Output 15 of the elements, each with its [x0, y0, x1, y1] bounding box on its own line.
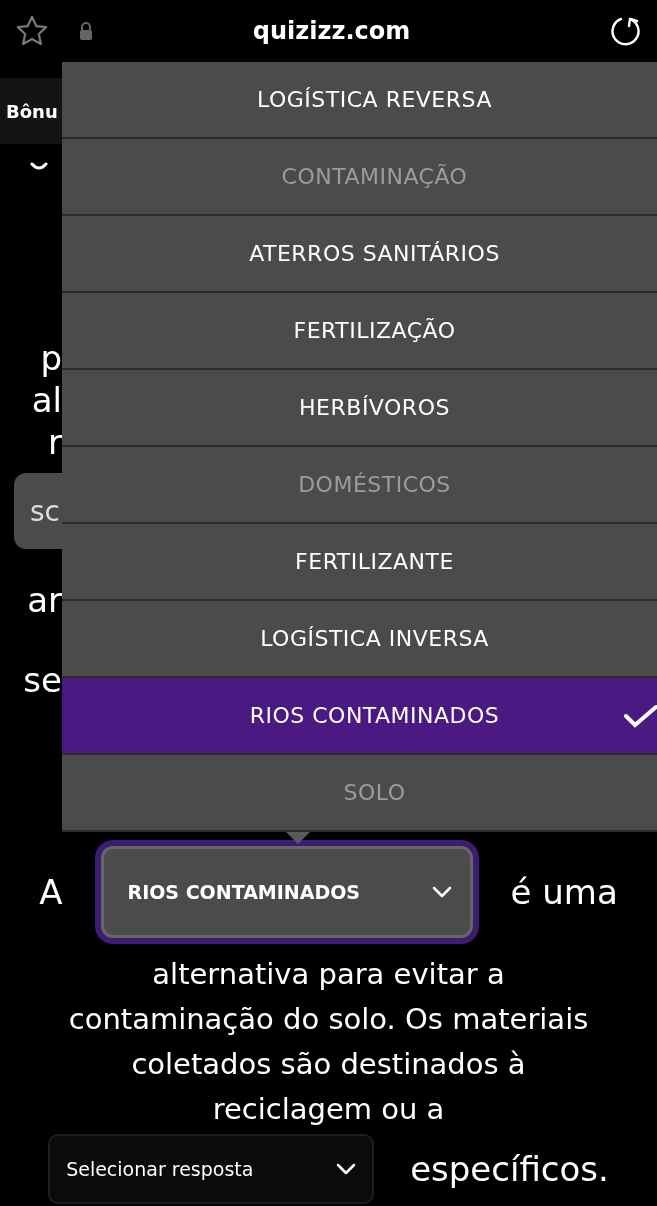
sentence-text: coletados são destinados à: [131, 1046, 526, 1083]
url-text[interactable]: quizizz.com: [122, 17, 541, 45]
sentence-text: reciclagem ou a: [212, 1091, 445, 1128]
question-text: se: [22, 659, 62, 701]
answer-dropdown[interactable]: Selecionar resposta: [48, 1134, 375, 1204]
sentence-text: alternativa para evitar a: [152, 956, 505, 993]
question-text: ar: [26, 579, 62, 621]
sentence-text: específicos.: [410, 1149, 609, 1189]
question-text: al: [30, 379, 62, 421]
sentence-text: é uma: [510, 872, 618, 912]
sentence-text: A: [39, 872, 63, 912]
question-text: p: [39, 337, 62, 379]
menu-option[interactable]: RIOS CONTAMINADOS: [62, 678, 657, 755]
question-text: r: [47, 421, 62, 463]
sentence-text: contaminação do solo. Os materiais: [68, 1001, 589, 1038]
